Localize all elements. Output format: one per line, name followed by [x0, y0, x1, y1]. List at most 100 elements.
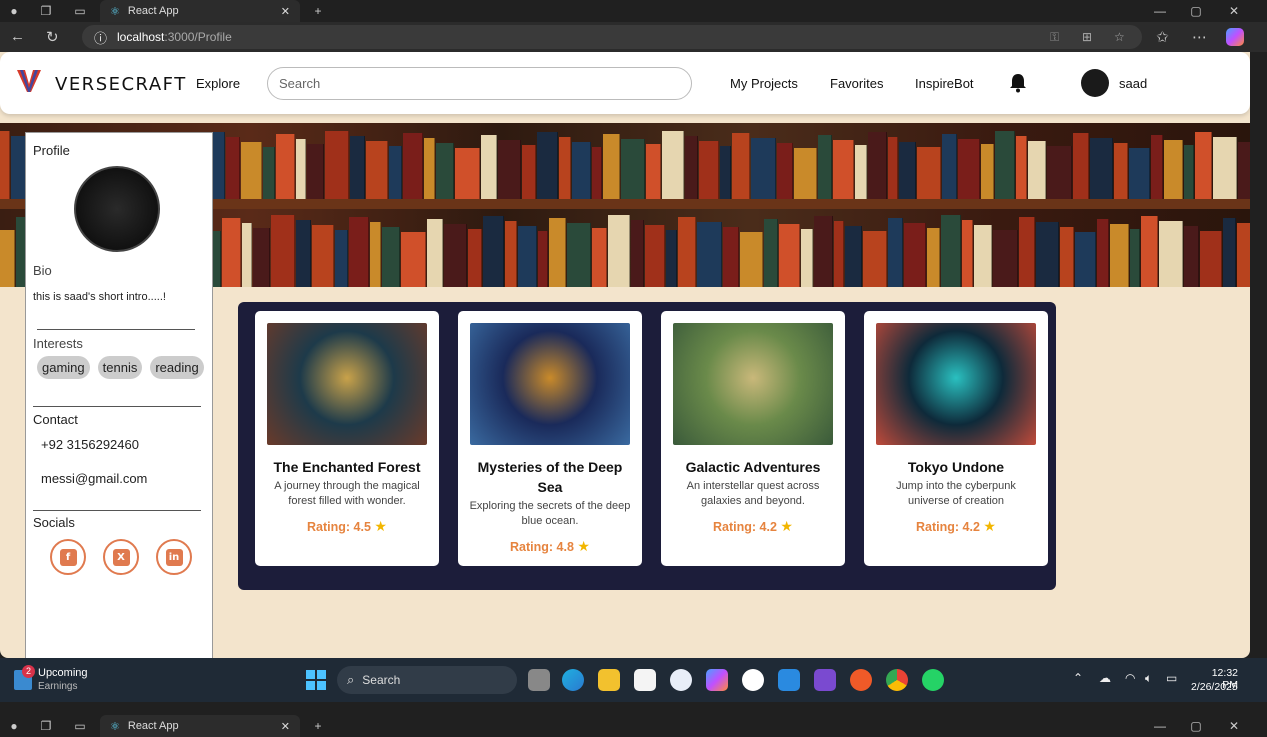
taskbar: 2 Upcoming Earnings ⌕ Search ⌃ ☁ ◠ 🔈︎ ▭ …: [0, 658, 1267, 702]
back-icon[interactable]: ←: [10, 28, 25, 45]
linkedin-icon: in: [165, 548, 183, 566]
x-button[interactable]: X: [103, 539, 139, 575]
brand-name[interactable]: VERSECRAFT: [55, 74, 187, 95]
profile-picture[interactable]: [74, 166, 160, 252]
divider: [37, 329, 195, 330]
tab-actions-icon[interactable]: ▭: [72, 718, 88, 734]
url-path: :3000/Profile: [164, 30, 232, 44]
card-description: Jump into the cyberpunk universe of crea…: [896, 480, 1016, 507]
chevron-up-icon[interactable]: ⌃: [1073, 671, 1083, 685]
project-card[interactable]: Tokyo Undone Jump into the cyberpunk uni…: [864, 311, 1048, 566]
navbar: VERSECRAFT Explore My Projects Favorites…: [0, 52, 1250, 114]
search-input[interactable]: [267, 67, 692, 100]
favorites-icon[interactable]: ✩: [1156, 28, 1169, 46]
maximize-button[interactable]: ▢: [1188, 718, 1204, 734]
start-icon[interactable]: [306, 670, 326, 690]
socials-list: f X in: [50, 539, 192, 575]
address-bar-row: ← ↻ ⓘ localhost:3000/Profile ⚿ ⊞ ☆ ✩ ⋯: [0, 22, 1267, 52]
divider: [33, 406, 201, 407]
divider: [33, 510, 201, 511]
interest-chip[interactable]: reading: [150, 356, 204, 379]
card-rating: Rating: 4.5 ★: [255, 518, 439, 535]
postman-icon[interactable]: [850, 669, 872, 691]
app-icon[interactable]: [742, 669, 764, 691]
edge-icon[interactable]: [562, 669, 584, 691]
file-explorer-icon[interactable]: [598, 669, 620, 691]
linkedin-button[interactable]: in: [156, 539, 192, 575]
card-description: An interstellar quest across galaxies an…: [686, 480, 820, 507]
card-thumbnail[interactable]: [267, 323, 427, 445]
rating-text: Rating: 4.5: [307, 520, 371, 534]
battery-icon[interactable]: ▭: [1166, 671, 1177, 685]
key-icon[interactable]: ⚿: [1050, 30, 1059, 45]
profile-icon[interactable]: ●: [6, 3, 22, 19]
nav-inspirebot[interactable]: InspireBot: [915, 76, 974, 91]
refresh-icon[interactable]: ↻: [46, 28, 59, 46]
more-menu-icon[interactable]: ⋯: [1192, 28, 1207, 46]
url-field[interactable]: ⓘ localhost:3000/Profile ⚿ ⊞ ☆: [82, 25, 1142, 49]
workspaces-icon[interactable]: ❐: [38, 3, 54, 19]
wifi-icon[interactable]: ◠: [1125, 671, 1135, 685]
favorite-star-icon[interactable]: ☆: [1114, 30, 1125, 44]
whatsapp-icon[interactable]: [922, 669, 944, 691]
volume-icon[interactable]: 🔈︎: [1145, 671, 1152, 686]
close-tab-icon[interactable]: ✕: [281, 5, 290, 18]
profile-icon[interactable]: ●: [6, 718, 22, 734]
cloud-icon[interactable]: ☁: [1099, 671, 1111, 685]
minimize-button[interactable]: —: [1152, 718, 1168, 734]
taskbar-search[interactable]: ⌕ Search: [337, 666, 517, 694]
widget-subtitle: Earnings: [38, 681, 78, 692]
maximize-button[interactable]: ▢: [1188, 3, 1204, 19]
interests-list: gaming tennis reading: [37, 356, 204, 379]
nav-explore[interactable]: Explore: [196, 76, 240, 91]
nav-my-projects[interactable]: My Projects: [730, 76, 798, 91]
new-tab-button[interactable]: +: [310, 3, 326, 19]
task-view-icon[interactable]: [528, 669, 550, 691]
vscode-icon[interactable]: [778, 669, 800, 691]
projects-panel: The Enchanted Forest A journey through t…: [238, 302, 1056, 590]
clock-date[interactable]: 2/26/2025: [1191, 681, 1238, 693]
facebook-button[interactable]: f: [50, 539, 86, 575]
nav-favorites[interactable]: Favorites: [830, 76, 883, 91]
page-viewport: VERSECRAFT Explore My Projects Favorites…: [0, 52, 1250, 658]
rating-text: Rating: 4.2: [713, 520, 777, 534]
contact-phone: +92 3156292460: [41, 437, 139, 452]
chrome-icon[interactable]: [886, 669, 908, 691]
project-card[interactable]: Mysteries of the Deep Sea Exploring the …: [458, 311, 642, 566]
project-card[interactable]: The Enchanted Forest A journey through t…: [255, 311, 439, 566]
card-thumbnail[interactable]: [876, 323, 1036, 445]
workspaces-icon[interactable]: ❐: [38, 718, 54, 734]
widget-title[interactable]: Upcoming: [38, 667, 88, 679]
card-title: The Enchanted Forest: [273, 459, 421, 475]
bio-title: Bio: [33, 263, 52, 278]
copilot-app-icon[interactable]: [706, 669, 728, 691]
bell-icon[interactable]: [1009, 73, 1027, 93]
minimize-button[interactable]: —: [1152, 3, 1168, 19]
card-thumbnail[interactable]: [470, 323, 630, 445]
react-icon: ⚛: [110, 5, 120, 18]
profile-title: Profile: [33, 143, 70, 158]
app-icon[interactable]: [670, 669, 692, 691]
facebook-icon: f: [59, 548, 77, 566]
avatar[interactable]: [1081, 69, 1109, 97]
interest-chip[interactable]: tennis: [97, 356, 143, 379]
x-icon: X: [112, 548, 130, 566]
card-description: Exploring the secrets of the deep blue o…: [469, 500, 631, 527]
tab-actions-icon[interactable]: ▭: [72, 3, 88, 19]
username[interactable]: saad: [1119, 76, 1147, 91]
interest-chip[interactable]: gaming: [37, 356, 90, 379]
card-thumbnail[interactable]: [673, 323, 833, 445]
copilot-icon[interactable]: [1226, 28, 1244, 46]
project-card[interactable]: Galactic Adventures An interstellar ques…: [661, 311, 845, 566]
close-window-button[interactable]: ✕: [1226, 718, 1242, 734]
versecraft-logo-icon[interactable]: [16, 68, 42, 94]
search-icon: ⌕: [347, 672, 355, 687]
new-tab-button[interactable]: +: [310, 718, 326, 734]
close-tab-icon[interactable]: ✕: [281, 720, 290, 733]
close-window-button[interactable]: ✕: [1226, 3, 1242, 19]
store-icon[interactable]: [634, 669, 656, 691]
browser-tab[interactable]: ⚛ React App ✕: [100, 715, 300, 737]
visual-studio-icon[interactable]: [814, 669, 836, 691]
browser-tab[interactable]: ⚛ React App ✕: [100, 0, 300, 22]
apps-icon[interactable]: ⊞: [1082, 30, 1092, 44]
